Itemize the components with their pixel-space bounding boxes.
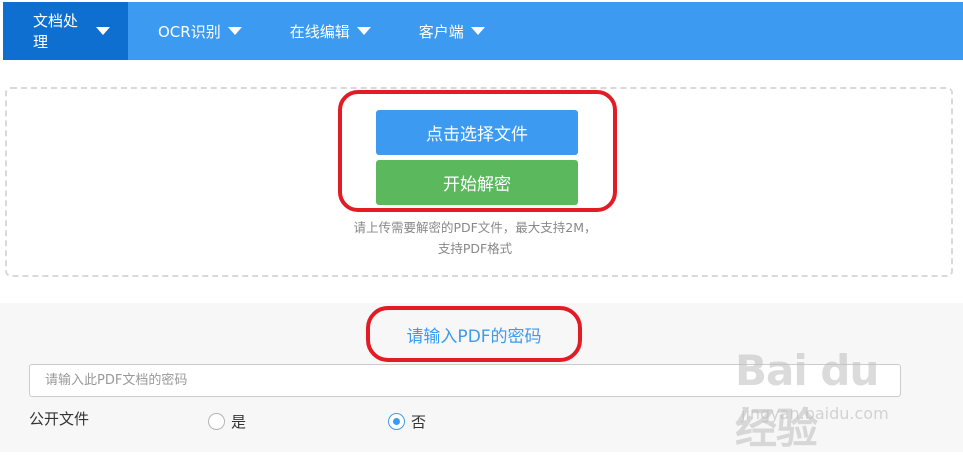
nav-item-label: OCR识别 — [158, 22, 221, 41]
upload-hint-line: 请上传需要解密的PDF文件，最大支持2M， — [353, 220, 597, 235]
password-input[interactable] — [29, 364, 901, 397]
nav-item-label: 文档处理 — [33, 12, 79, 51]
public-file-label: 公开文件 — [29, 410, 90, 428]
radio-yes[interactable] — [208, 413, 225, 430]
nav-item-document-processing[interactable]: 文档处理 — [3, 2, 128, 60]
highlight-ring — [366, 306, 582, 362]
highlight-ring — [338, 90, 617, 212]
nav-item-online-edit[interactable]: 在线编辑 — [260, 2, 389, 60]
caret-down-icon — [227, 27, 242, 35]
radio-no[interactable] — [388, 413, 405, 430]
nav-item-ocr[interactable]: OCR识别 — [128, 2, 260, 60]
caret-down-icon — [96, 27, 110, 35]
nav-item-client[interactable]: 客户端 — [389, 2, 503, 60]
upload-hint-line: 支持PDF格式 — [437, 241, 513, 256]
radio-yes-label: 是 — [231, 413, 247, 431]
caret-down-icon — [356, 27, 371, 35]
caret-down-icon — [470, 27, 485, 35]
public-no-option[interactable]: 否 — [388, 411, 426, 432]
public-yes-option[interactable]: 是 — [208, 411, 246, 432]
upload-hint: 请上传需要解密的PDF文件，最大支持2M， 支持PDF格式 — [330, 217, 620, 259]
nav-item-label: 客户端 — [418, 22, 464, 41]
radio-no-label: 否 — [411, 413, 427, 431]
top-nav: 文档处理 OCR识别 在线编辑 客户端 — [3, 2, 963, 60]
nav-item-label: 在线编辑 — [289, 22, 350, 41]
